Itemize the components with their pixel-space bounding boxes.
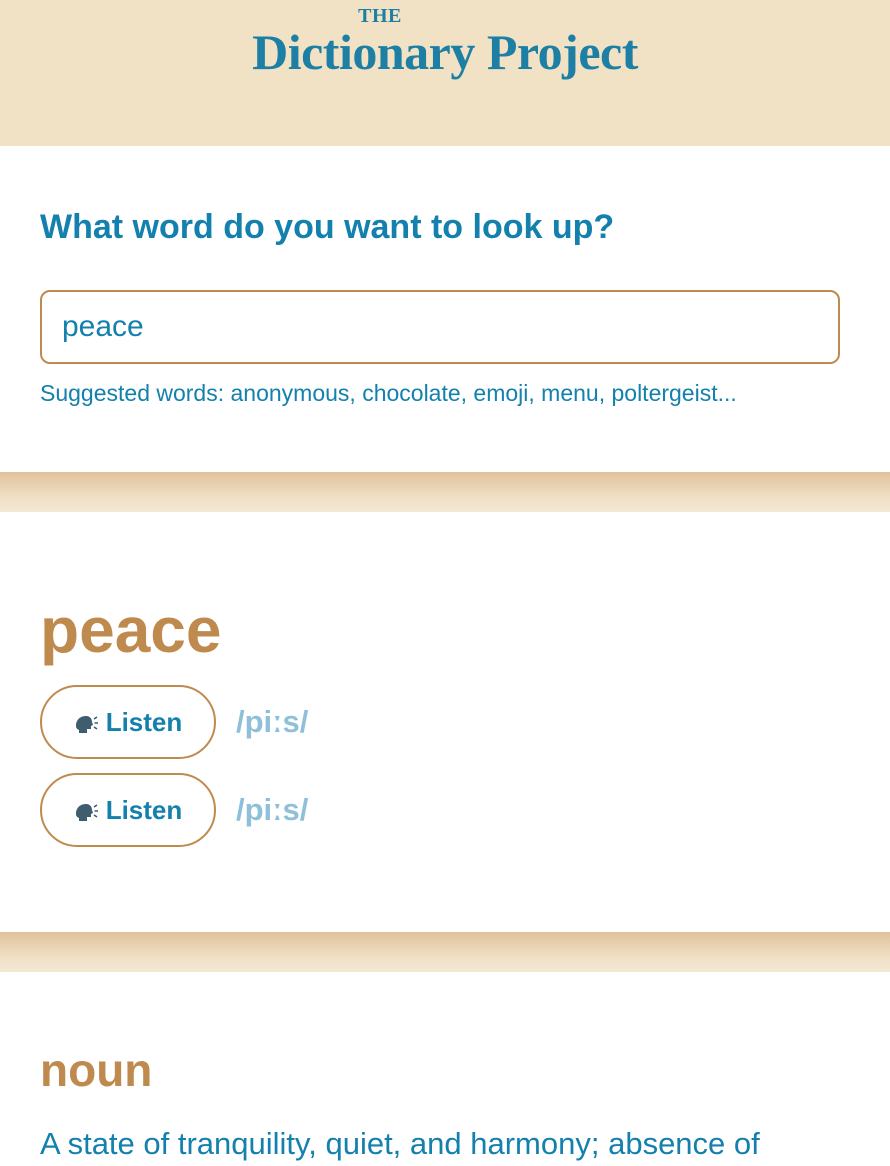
definition-text: A state of tranquility, quiet, and harmo… bbox=[40, 1126, 760, 1161]
speaking-head-icon bbox=[74, 714, 98, 734]
search-heading: What word do you want to look up? bbox=[40, 208, 615, 246]
phonetic-transcription: /piːs/ bbox=[236, 792, 309, 827]
listen-button[interactable]: Listen bbox=[40, 773, 216, 847]
search-input[interactable] bbox=[40, 290, 840, 364]
logo-the-text: THE bbox=[358, 5, 402, 27]
listen-button[interactable]: Listen bbox=[40, 685, 216, 759]
suggested-words[interactable]: Suggested words: anonymous, chocolate, e… bbox=[40, 380, 737, 407]
phonetic-transcription: /piːs/ bbox=[236, 704, 309, 739]
listen-button-label: Listen bbox=[105, 794, 183, 825]
logo-main-text: Dictionary Project bbox=[252, 24, 638, 80]
speaking-head-icon bbox=[74, 802, 98, 822]
listen-button-label: Listen bbox=[105, 706, 183, 737]
search-section: What word do you want to look up? Sugges… bbox=[0, 146, 890, 472]
site-logo[interactable]: THE Dictionary Project bbox=[0, 6, 890, 78]
pronunciation-row: Listen /piːs/ bbox=[40, 773, 308, 847]
part-of-speech: noun bbox=[40, 1044, 153, 1096]
entry-word-title: peace bbox=[40, 594, 222, 666]
pronunciation-row: Listen /piːs/ bbox=[40, 685, 308, 759]
site-header: THE Dictionary Project bbox=[0, 0, 890, 146]
section-divider bbox=[0, 472, 890, 512]
section-divider bbox=[0, 932, 890, 972]
